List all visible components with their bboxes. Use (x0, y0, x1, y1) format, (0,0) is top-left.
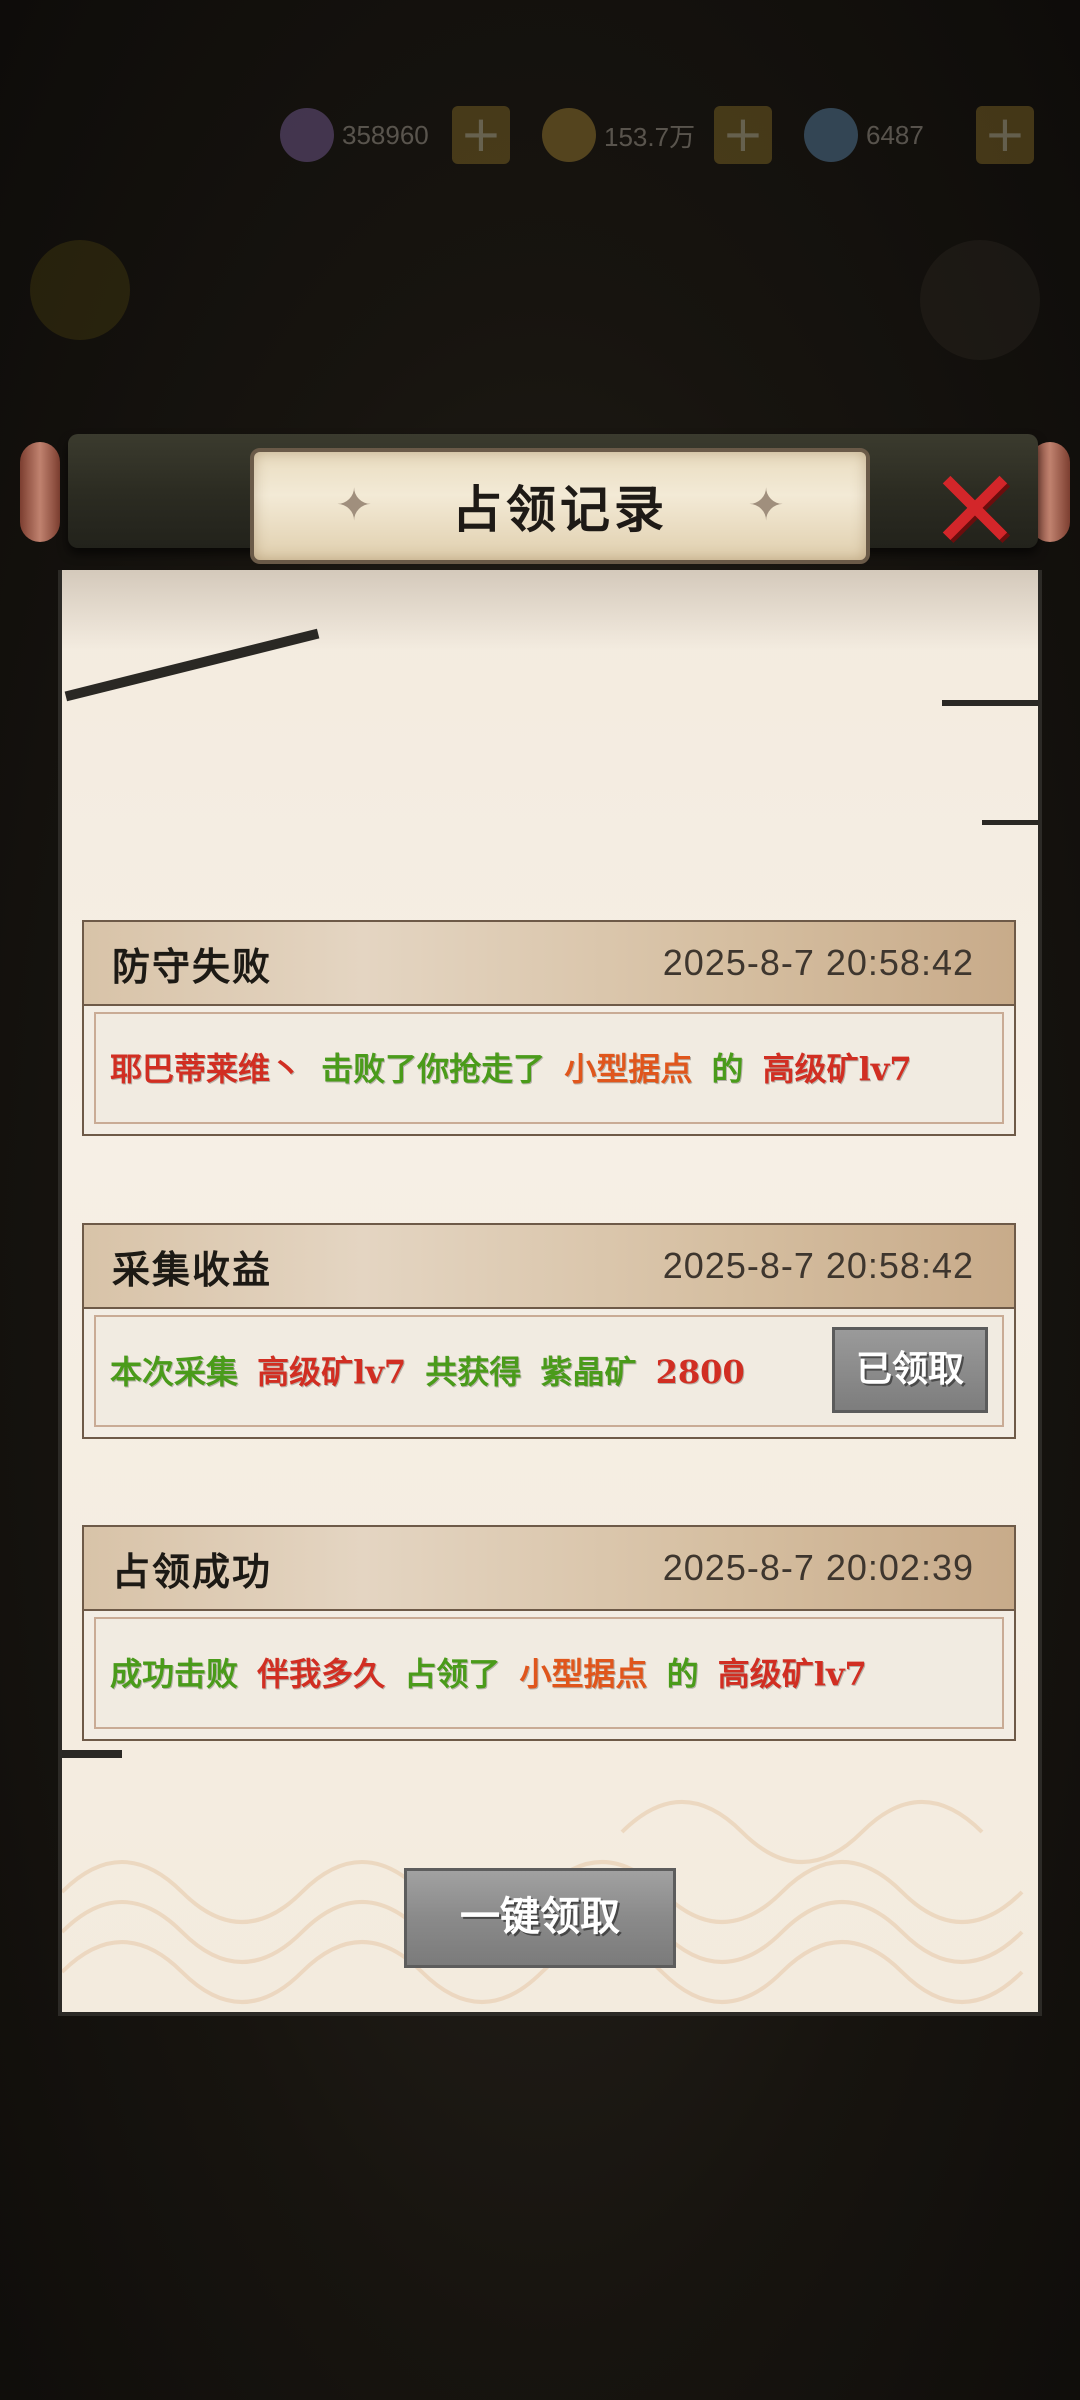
message-text: 占领了 (404, 1655, 501, 1693)
record-header: 采集收益 2025-8-7 20:58:42 (84, 1225, 1014, 1309)
add-gem-button[interactable]: + (976, 106, 1034, 164)
record-message: 本次采集 高级矿lv7 共获得 紫晶矿 2800 (110, 1347, 753, 1393)
message-text: 成功击败 (110, 1655, 239, 1693)
panel-title: 占领记录 (452, 480, 668, 539)
brush-stroke (62, 1750, 122, 1758)
scroll-rod-cap-left (20, 442, 60, 542)
mine-name: 高级矿lv7 (257, 1353, 407, 1391)
resource-amount: 2800 (655, 1353, 745, 1391)
claimed-button[interactable]: 已领取 (832, 1327, 988, 1413)
gold-coin-icon (542, 108, 596, 162)
close-button[interactable]: ✕ (920, 446, 1030, 574)
background-decoration (30, 240, 130, 340)
paper-shadow (62, 570, 1038, 650)
brush-stroke (982, 820, 1038, 825)
record-card: 占领成功 2025-8-7 20:02:39 成功击败 伴我多久 占领了 小型据… (82, 1525, 1016, 1741)
background-decoration (920, 240, 1040, 360)
brush-stroke (942, 700, 1038, 706)
rainbow-gem-icon (804, 108, 858, 162)
message-text: 击败了你抢走了 (321, 1050, 546, 1088)
location-name: 小型据点 (564, 1050, 693, 1088)
record-header: 占领成功 2025-8-7 20:02:39 (84, 1527, 1014, 1611)
resource-gold-value: 153.7万 (604, 121, 696, 152)
resource-gem-value: 6487 (866, 119, 924, 150)
shuriken-icon: ✦ (747, 480, 785, 531)
message-text: 共获得 (425, 1353, 522, 1391)
resource-gold: 153.7万 + (542, 106, 792, 164)
shuriken-icon: ✦ (335, 480, 373, 531)
player-name: 耶巴蒂莱维丶 (110, 1050, 303, 1088)
location-name: 小型据点 (519, 1655, 648, 1693)
record-message: 耶巴蒂莱维丶 击败了你抢走了 小型据点 的 高级矿lv7 (110, 1044, 920, 1090)
record-type: 占领成功 (112, 1549, 273, 1594)
claim-all-button[interactable]: 一键领取 (404, 1868, 676, 1968)
record-time: 2025-8-7 20:58:42 (662, 942, 974, 983)
message-text: 本次采集 (110, 1353, 239, 1391)
mine-name: 高级矿lv7 (717, 1655, 867, 1693)
scroll-header: ✦ 占领记录 ✦ ✕ (20, 420, 1072, 570)
resource-crystal: 358960 + (280, 106, 530, 164)
resource-bar: 358960 + 153.7万 + 6487 + (280, 100, 1080, 170)
record-card: 防守失败 2025-8-7 20:58:42 耶巴蒂莱维丶 击败了你抢走了 小型… (82, 920, 1016, 1136)
close-icon: ✕ (928, 446, 1022, 574)
record-body: 本次采集 高级矿lv7 共获得 紫晶矿 2800 已领取 (94, 1315, 1004, 1427)
record-message: 成功击败 伴我多久 占领了 小型据点 的 高级矿lv7 (110, 1649, 875, 1695)
title-plate: ✦ 占领记录 ✦ (250, 448, 870, 564)
record-card: 采集收益 2025-8-7 20:58:42 本次采集 高级矿lv7 共获得 紫… (82, 1223, 1016, 1439)
record-header: 防守失败 2025-8-7 20:58:42 (84, 922, 1014, 1006)
record-body: 成功击败 伴我多久 占领了 小型据点 的 高级矿lv7 (94, 1617, 1004, 1729)
resource-name: 紫晶矿 (540, 1353, 637, 1391)
resource-gem: 6487 + (804, 106, 1054, 164)
player-name: 伴我多久 (257, 1655, 386, 1693)
purple-crystal-icon (280, 108, 334, 162)
record-time: 2025-8-7 20:02:39 (662, 1547, 974, 1588)
record-time: 2025-8-7 20:58:42 (662, 1245, 974, 1286)
record-body: 耶巴蒂莱维丶 击败了你抢走了 小型据点 的 高级矿lv7 (94, 1012, 1004, 1124)
message-text: 的 (666, 1655, 699, 1693)
record-type: 采集收益 (112, 1247, 273, 1292)
resource-crystal-value: 358960 (342, 119, 429, 150)
mine-name: 高级矿lv7 (762, 1050, 912, 1088)
add-gold-button[interactable]: + (714, 106, 772, 164)
add-crystal-button[interactable]: + (452, 106, 510, 164)
message-text: 的 (711, 1050, 744, 1088)
record-type: 防守失败 (112, 944, 273, 989)
